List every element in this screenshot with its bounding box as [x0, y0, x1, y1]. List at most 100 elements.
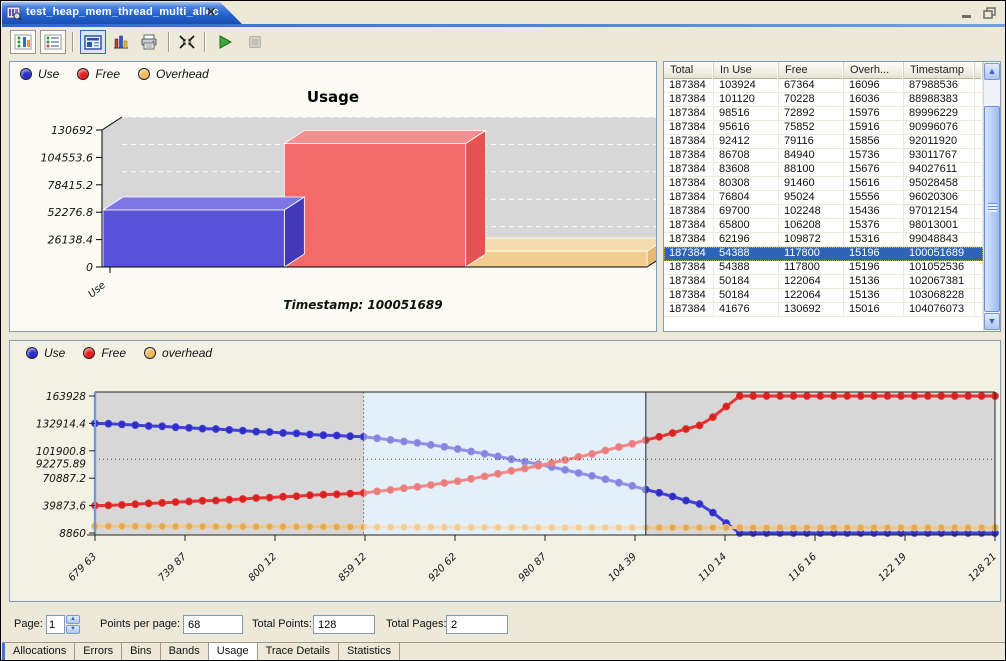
table-cell [975, 107, 983, 121]
timestamp-annotation: Timestamp: 100051689 [70, 298, 656, 312]
table-row[interactable]: 18738498516728921597689996229 [664, 107, 983, 121]
table-cell [975, 191, 983, 205]
table-cell: 67364 [779, 79, 844, 93]
table-cell: 97012154 [904, 205, 975, 219]
tab-bands[interactable]: Bands [161, 643, 209, 661]
table-cell: 117800 [779, 261, 844, 275]
column-header-filler[interactable] [975, 62, 983, 79]
table-cell: 187384 [664, 303, 714, 317]
table-row[interactable]: 1873845018412206415136103068228 [664, 289, 983, 303]
grid-view-button[interactable] [10, 30, 36, 54]
scrollbar-thumb[interactable] [984, 106, 1000, 312]
scroll-up-icon[interactable]: ▲ [984, 63, 1000, 80]
overview-button[interactable] [80, 30, 106, 54]
run-icon [217, 34, 233, 50]
table-cell: 96020306 [904, 191, 975, 205]
table-row[interactable]: 18738486708849401573693011767 [664, 149, 983, 163]
svg-text:132914.4: 132914.4 [36, 418, 86, 430]
list-view-button[interactable] [40, 30, 66, 54]
tab-allocations[interactable]: Allocations [5, 643, 75, 661]
table-row[interactable]: 1873845438811780015196100051689 [664, 247, 983, 261]
svg-text:800 12: 800 12 [247, 551, 280, 584]
table-cell: 91460 [779, 177, 844, 191]
table-cell: 130692 [779, 303, 844, 317]
print-icon [140, 34, 158, 50]
total-points-label: Total Points: [252, 618, 312, 630]
spinner-down-icon[interactable]: ▼ [66, 625, 80, 634]
svg-text:52276.8: 52276.8 [48, 206, 94, 219]
points-per-page-input[interactable] [183, 615, 243, 634]
table-row[interactable]: 18738483608881001567694027611 [664, 163, 983, 177]
usage-line-chart-panel: 886039873.670887.2101900.8132914.4163928… [9, 340, 1001, 602]
overview-icon [84, 35, 102, 50]
table-cell: 15856 [844, 135, 904, 149]
paging-controls: Page: ▲ ▼ Points per page: Total Points:… [2, 605, 1006, 642]
table-cell: 95028458 [904, 177, 975, 191]
spinner-up-icon[interactable]: ▲ [66, 615, 80, 624]
table-cell: 15916 [844, 121, 904, 135]
print-button[interactable] [136, 30, 162, 54]
page-spinner[interactable]: ▲ ▼ [66, 615, 80, 634]
table-row[interactable]: 1873844167613069215016104076073 [664, 303, 983, 317]
tab-errors[interactable]: Errors [75, 643, 122, 661]
table-cell: 187384 [664, 247, 714, 261]
table-cell: 72892 [779, 107, 844, 121]
column-header[interactable]: In Use [714, 62, 779, 79]
table-cell: 187384 [664, 163, 714, 177]
table-cell: 92412 [714, 135, 779, 149]
table-row[interactable]: 187384103924673641609687988536 [664, 79, 983, 93]
fit-to-window-button[interactable] [174, 30, 200, 54]
minimize-icon[interactable] [959, 6, 976, 20]
svg-text:78415.2: 78415.2 [48, 179, 94, 192]
table-cell: 101120 [714, 93, 779, 107]
view-tab[interactable]: test_heap_mem_thread_multi_alloc ✕ [2, 2, 242, 24]
table-row[interactable]: 187384621961098721531699048843 [664, 233, 983, 247]
table-cell [975, 247, 983, 261]
table-cell: 15016 [844, 303, 904, 317]
svg-text:26138.4: 26138.4 [48, 234, 94, 247]
table-cell: 99048843 [904, 233, 975, 247]
table-body[interactable]: 1873841039246736416096879885361873841011… [664, 79, 983, 331]
table-row[interactable]: 18738480308914601561695028458 [664, 177, 983, 191]
bar-chart-view-button[interactable] [108, 30, 134, 54]
svg-text:92275.89: 92275.89 [36, 458, 86, 470]
table-cell: 15376 [844, 219, 904, 233]
table-row[interactable]: 187384697001022481543697012154 [664, 205, 983, 219]
table-cell: 90996076 [904, 121, 975, 135]
table-cell: 109872 [779, 233, 844, 247]
tab-trace-details[interactable]: Trace Details [258, 643, 339, 661]
scroll-down-icon[interactable]: ▼ [984, 313, 1000, 330]
svg-text:679 63: 679 63 [67, 551, 100, 584]
svg-text:163928: 163928 [46, 391, 86, 403]
restore-icon[interactable] [981, 6, 998, 20]
tab-usage[interactable]: Usage [209, 643, 258, 661]
table-cell [975, 135, 983, 149]
close-icon[interactable]: ✕ [204, 5, 218, 19]
tab-statistics[interactable]: Statistics [339, 643, 400, 661]
page-input[interactable] [46, 615, 65, 634]
table-row[interactable]: 1873845438811780015196101052536 [664, 261, 983, 275]
table-cell: 15136 [844, 275, 904, 289]
column-header[interactable]: Free [779, 62, 844, 79]
table-cell: 15556 [844, 191, 904, 205]
stop-button[interactable] [242, 30, 268, 54]
table-cell: 15196 [844, 247, 904, 261]
table-cell: 70228 [779, 93, 844, 107]
column-header[interactable]: Overh... [844, 62, 904, 79]
vertical-scrollbar[interactable]: ▲ ▼ [983, 62, 1000, 331]
run-button[interactable] [212, 30, 238, 54]
table-row[interactable]: 18738492412791161585692011920 [664, 135, 983, 149]
points-per-page-label: Points per page: [100, 618, 180, 630]
table-cell: 80308 [714, 177, 779, 191]
line-chart[interactable]: 886039873.670887.2101900.8132914.4163928… [10, 341, 1000, 604]
column-header[interactable]: Total [664, 62, 714, 79]
table-row[interactable]: 187384658001062081537698013001 [664, 219, 983, 233]
table-cell [975, 79, 983, 93]
table-row[interactable]: 1873845018412206415136102067381 [664, 275, 983, 289]
table-row[interactable]: 18738495616758521591690996076 [664, 121, 983, 135]
table-row[interactable]: 187384101120702281603688988383 [664, 93, 983, 107]
tab-bins[interactable]: Bins [122, 643, 160, 661]
toolbar [2, 27, 1006, 59]
column-header[interactable]: Timestamp [904, 62, 975, 79]
table-row[interactable]: 18738476804950241555696020306 [664, 191, 983, 205]
